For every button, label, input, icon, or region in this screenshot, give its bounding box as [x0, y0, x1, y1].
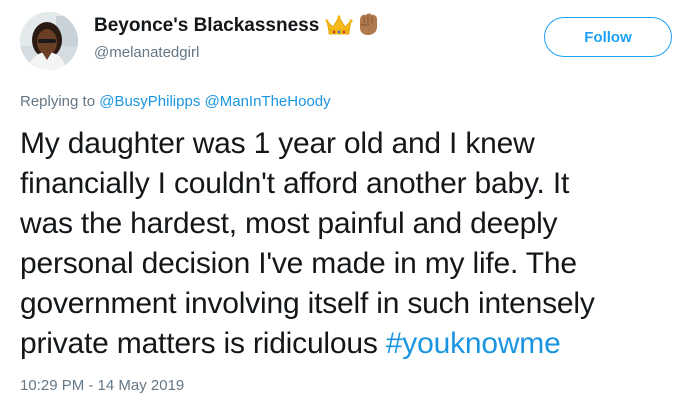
tweet-text-line: My daughter was 1 year old and I knew	[20, 127, 535, 160]
tweet-text-line: was the hardest, most painful and deeply	[20, 207, 558, 240]
follow-button[interactable]: Follow	[544, 17, 672, 57]
tweet-text-line: personal decision I've made in my life. …	[20, 247, 577, 280]
username[interactable]: @melanatedgirl	[94, 44, 199, 61]
tweet-text-line: government involving itself in such inte…	[20, 287, 595, 320]
avatar[interactable]	[20, 12, 78, 70]
avatar-photo	[20, 12, 78, 70]
author-name-row: Beyonce's Blackassness	[94, 12, 381, 40]
tweet-text-line: financially I couldn't afford another ba…	[20, 167, 570, 200]
tweet-text: My daughter was 1 year old and I knew fi…	[20, 124, 692, 364]
raised-fist-emoji-icon	[355, 11, 381, 42]
display-name[interactable]: Beyonce's Blackassness	[94, 15, 319, 37]
tweet-text-line: private matters is ridiculous	[20, 327, 378, 360]
tweet-timestamp[interactable]: 10:29 PM - 14 May 2019	[20, 377, 184, 394]
crown-emoji-icon	[325, 13, 353, 40]
tweet-text-last-line: private matters is ridiculous #youknowme	[20, 324, 692, 364]
replying-to-line: Replying to @BusyPhilipps @ManInTheHoody	[20, 93, 331, 110]
replying-to-label: Replying to	[20, 93, 96, 110]
hashtag-link[interactable]: #youknowme	[386, 327, 561, 360]
mention-link[interactable]: @BusyPhilipps	[99, 93, 200, 110]
tweet-card: Beyonce's Blackassness @melanatedgirl Fo…	[0, 0, 700, 415]
mention-link[interactable]: @ManInTheHoody	[205, 93, 331, 110]
